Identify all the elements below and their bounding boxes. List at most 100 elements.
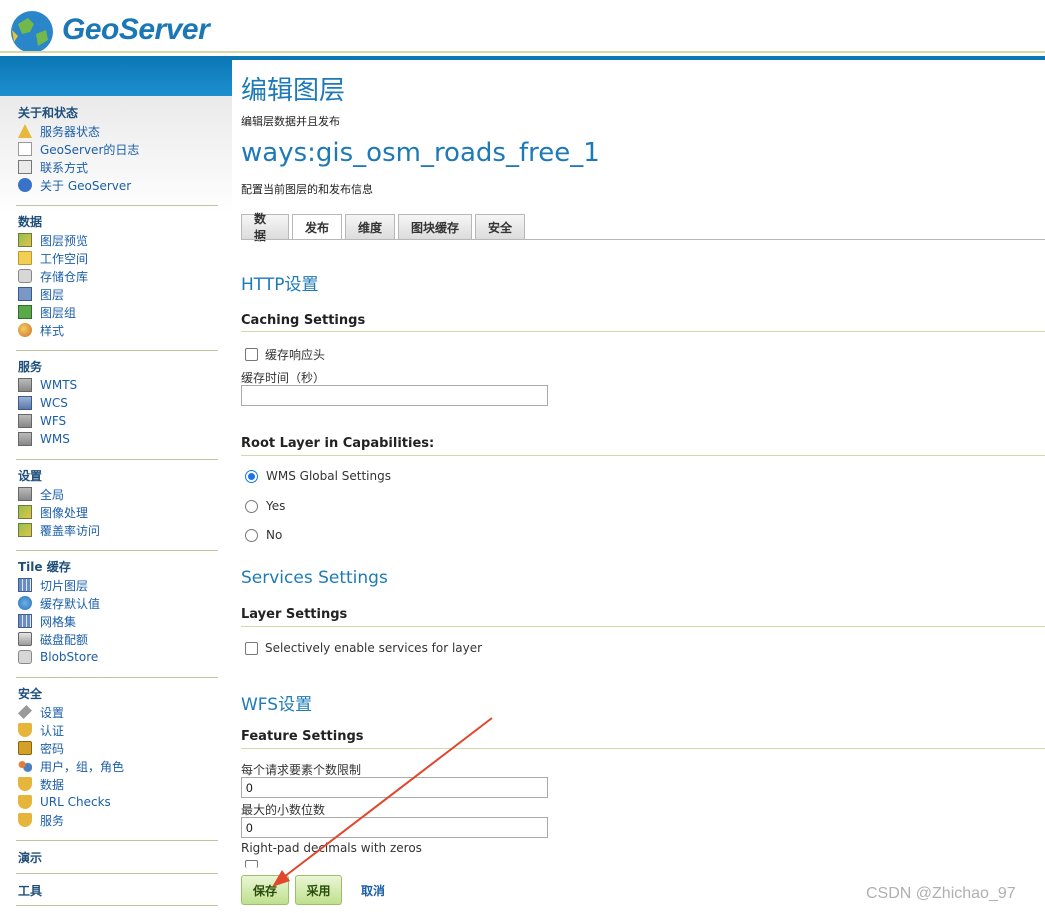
sidebar-section-tools[interactable]: 工具 xyxy=(18,882,218,900)
sidebar-divider xyxy=(16,350,218,351)
lock-icon xyxy=(18,741,32,755)
tab-dimensions[interactable]: 维度 xyxy=(345,214,395,239)
pad-decimals-label: Right-pad decimals with zeros xyxy=(241,841,422,855)
root-option-global-radio[interactable] xyxy=(245,469,258,483)
sidebar-item-wfs[interactable]: WFS xyxy=(18,412,218,430)
layer-name-heading: ways:gis_osm_roads_free_1 xyxy=(241,138,600,168)
tab-publishing[interactable]: 发布 xyxy=(292,214,342,240)
sidebar-item-label: 关于 GeoServer xyxy=(40,178,132,193)
sidebar-item-label: GeoServer的日志 xyxy=(40,142,140,157)
caching-settings-title: Caching Settings xyxy=(241,313,366,328)
shield-icon xyxy=(18,795,32,809)
sidebar-item-layers[interactable]: 图层 xyxy=(18,285,218,303)
disk-icon xyxy=(18,632,32,646)
sidebar-section-title[interactable]: 工具 xyxy=(18,882,218,900)
folder-icon xyxy=(18,251,32,265)
sidebar-item-label: 密码 xyxy=(40,741,65,756)
sidebar-item-server-status[interactable]: 服务器状态 xyxy=(18,122,218,140)
sidebar-item-caching-defaults[interactable]: 缓存默认值 xyxy=(18,594,218,612)
sidebar-item-gridsets[interactable]: 网格集 xyxy=(18,612,218,630)
sidebar-item-label: 数据 xyxy=(40,777,65,792)
sidebar-item-passwords[interactable]: 密码 xyxy=(18,739,218,757)
sidebar-item-wmts[interactable]: WMTS xyxy=(18,376,218,394)
tab-data[interactable]: 数据 xyxy=(241,212,289,243)
sidebar-item-authentication[interactable]: 认证 xyxy=(18,721,218,739)
sidebar-item-image-processing[interactable]: 图像处理 xyxy=(18,503,218,521)
sidebar-section-title: 设置 xyxy=(18,469,43,483)
tab-tile-caching[interactable]: 图块缓存 xyxy=(398,214,472,239)
root-option-global-row[interactable]: WMS Global Settings xyxy=(245,469,391,483)
sidebar-item-label: 缓存默认值 xyxy=(40,596,101,611)
cancel-link[interactable]: 取消 xyxy=(361,882,385,899)
sidebar-section-settings: 设置 全局 图像处理 覆盖率访问 xyxy=(18,467,218,539)
sidebar-item-label: 认证 xyxy=(40,723,65,738)
database-icon xyxy=(18,650,32,664)
tab-security[interactable]: 安全 xyxy=(475,214,525,239)
shield-icon xyxy=(18,777,32,791)
sidebar-item-coverage-access[interactable]: 覆盖率访问 xyxy=(18,521,218,539)
sidebar-item-label: 工作空间 xyxy=(40,251,89,266)
max-decimals-input[interactable] xyxy=(241,817,548,838)
services-settings-heading: Services Settings xyxy=(241,568,388,588)
sidebar-section-security: 安全 设置 认证 密码 用户，组，角色 数据 URL Checks 服务 xyxy=(18,685,218,829)
sidebar-item-wms[interactable]: WMS xyxy=(18,430,218,448)
sidebar-item-users-groups-roles[interactable]: 用户，组，角色 xyxy=(18,757,218,775)
sidebar-item-label: URL Checks xyxy=(40,795,111,809)
sidebar-item-about[interactable]: 关于 GeoServer xyxy=(18,176,218,194)
sidebar-item-logs[interactable]: GeoServer的日志 xyxy=(18,140,218,158)
sidebar-item-stores[interactable]: 存储仓库 xyxy=(18,267,218,285)
sidebar-item-wcs[interactable]: WCS xyxy=(18,394,218,412)
cache-time-input[interactable] xyxy=(241,385,548,406)
sidebar-item-label: 存储仓库 xyxy=(40,269,89,284)
sidebar-item-security-settings[interactable]: 设置 xyxy=(18,703,218,721)
sidebar-item-tile-layers[interactable]: 切片图层 xyxy=(18,576,218,594)
sidebar-item-blobstore[interactable]: BlobStore xyxy=(18,648,218,666)
selective-services-row[interactable]: Selectively enable services for layer xyxy=(245,641,482,655)
warning-icon xyxy=(18,124,32,138)
sidebar-item-styles[interactable]: 样式 xyxy=(18,321,218,339)
contact-card-icon xyxy=(18,160,32,174)
sidebar-item-label: 服务 xyxy=(40,813,65,828)
pad-decimals-checkbox[interactable] xyxy=(245,860,258,868)
map-icon xyxy=(18,505,32,519)
sidebar-section-title[interactable]: 演示 xyxy=(18,849,218,867)
server-icon xyxy=(18,378,32,392)
sidebar-item-contact[interactable]: 联系方式 xyxy=(18,158,218,176)
sidebar-divider xyxy=(16,873,218,874)
root-option-no-radio[interactable] xyxy=(245,528,258,542)
cache-headers-label: 缓存响应头 xyxy=(265,348,326,362)
geoserver-logo-icon[interactable] xyxy=(8,8,56,56)
server-icon xyxy=(18,414,32,428)
sidebar-item-url-checks[interactable]: URL Checks xyxy=(18,793,218,811)
sidebar-item-layer-preview[interactable]: 图层预览 xyxy=(18,231,218,249)
selective-services-checkbox[interactable] xyxy=(245,641,258,655)
sidebar-item-label: 设置 xyxy=(40,705,65,720)
sidebar-item-label: 覆盖率访问 xyxy=(40,523,101,538)
sidebar-divider xyxy=(16,840,218,841)
root-option-yes-row[interactable]: Yes xyxy=(245,499,285,513)
sidebar-item-workspaces[interactable]: 工作空间 xyxy=(18,249,218,267)
root-option-no-row[interactable]: No xyxy=(245,528,282,542)
sidebar-item-data-security[interactable]: 数据 xyxy=(18,775,218,793)
style-icon xyxy=(18,323,32,337)
help-icon xyxy=(18,178,32,192)
apply-button[interactable]: 采用 xyxy=(295,875,342,905)
tab-underline xyxy=(241,239,1045,240)
sidebar-section-demos[interactable]: 演示 xyxy=(18,849,218,867)
sidebar-section-title: Tile 缓存 xyxy=(18,560,71,574)
save-button[interactable]: 保存 xyxy=(241,875,289,905)
server-icon xyxy=(18,396,32,410)
sidebar-item-disk-quota[interactable]: 磁盘配额 xyxy=(18,630,218,648)
sidebar-item-label: WFS xyxy=(40,414,67,428)
document-icon xyxy=(18,142,32,156)
sidebar-item-layer-groups[interactable]: 图层组 xyxy=(18,303,218,321)
cache-headers-row[interactable]: 缓存响应头 xyxy=(245,346,325,363)
logo-text[interactable]: GeoServer xyxy=(62,13,210,47)
max-features-input[interactable] xyxy=(241,777,548,798)
sidebar-divider xyxy=(16,550,218,551)
root-option-yes-radio[interactable] xyxy=(245,499,258,513)
sidebar-item-service-security[interactable]: 服务 xyxy=(18,811,218,829)
root-option-label: WMS Global Settings xyxy=(266,469,391,483)
cache-headers-checkbox[interactable] xyxy=(245,348,258,361)
sidebar-item-global[interactable]: 全局 xyxy=(18,485,218,503)
